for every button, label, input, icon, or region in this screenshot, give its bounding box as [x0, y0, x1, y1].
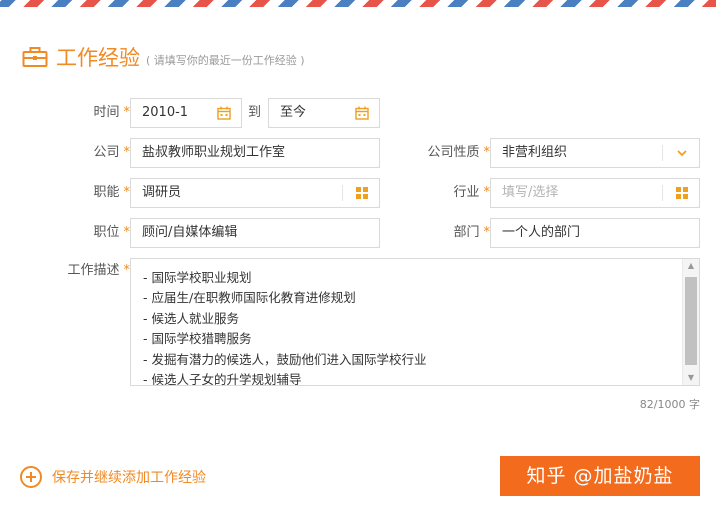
grid-icon[interactable] — [355, 186, 369, 200]
function-label: 职能 * — [93, 185, 130, 200]
description-textarea[interactable]: - 国际学校职业规划 - 应届生/在职教师国际化教育进修规划 - 候选人就业服务… — [130, 258, 700, 386]
briefcase-icon — [22, 47, 48, 67]
description-line: - 国际学校猎聘服务 — [143, 331, 252, 347]
description-line: - 应届生/在职教师国际化教育进修规划 — [143, 290, 356, 306]
description-line: - 候选人就业服务 — [143, 310, 239, 326]
company-label: 公司 * — [93, 145, 130, 160]
position-label: 职位 * — [93, 225, 130, 240]
plus-circle-icon[interactable] — [20, 466, 42, 488]
position-field[interactable]: 顾问/自媒体编辑 — [130, 218, 380, 248]
scrollbar[interactable]: ▲ ▼ — [682, 259, 699, 385]
calendar-icon[interactable] — [217, 106, 231, 120]
end-date-field[interactable]: 至今 — [268, 98, 380, 128]
description-text: - 国际学校职业规划 - 应届生/在职教师国际化教育进修规划 - 候选人就业服务… — [143, 268, 427, 386]
function-field[interactable]: 调研员 — [130, 178, 380, 208]
company-field[interactable]: 盐叔教师职业规划工作室 — [130, 138, 380, 168]
description-line: - 发掘有潜力的候选人，鼓励他们进入国际学校行业 — [143, 351, 427, 367]
section-header: 工作经验 ( 请填写你的最近一份工作经验 ) — [22, 40, 305, 74]
department-label: 部门 * — [453, 225, 490, 240]
description-line: - 国际学校职业规划 — [143, 270, 252, 285]
company-type-label: 公司性质 * — [427, 145, 490, 160]
watermark-text: 知乎 @加盐奶盐 — [526, 465, 674, 487]
industry-field[interactable]: 填写/选择 — [490, 178, 700, 208]
section-title: 工作经验 — [56, 46, 140, 70]
char-counter: 82/1000 字 — [639, 398, 700, 411]
section-subtitle: ( 请填写你的最近一份工作经验 ) — [146, 53, 305, 67]
chevron-down-icon[interactable] — [675, 146, 689, 160]
grid-icon[interactable] — [675, 186, 689, 200]
airmail-border — [0, 0, 716, 7]
industry-label: 行业 * — [453, 185, 490, 200]
scroll-down-arrow-icon[interactable]: ▼ — [683, 371, 699, 385]
add-experience-link[interactable]: 保存并继续添加工作经验 — [20, 463, 206, 491]
department-field[interactable]: 一个人的部门 — [490, 218, 700, 248]
save-button[interactable]: 知乎 @加盐奶盐 — [500, 456, 700, 496]
company-type-select[interactable]: 非营利组织 — [490, 138, 700, 168]
description-label: 工作描述 * — [67, 263, 130, 278]
add-experience-label: 保存并继续添加工作经验 — [52, 470, 206, 486]
start-date-field[interactable]: 2010-1 — [130, 98, 242, 128]
date-separator: 到 — [248, 105, 262, 120]
time-label: 时间 * — [93, 105, 130, 120]
description-line: - 候选人子女的升学规划辅导 — [143, 372, 302, 386]
scrollbar-thumb[interactable] — [685, 277, 697, 365]
calendar-icon[interactable] — [355, 106, 369, 120]
scroll-up-arrow-icon[interactable]: ▲ — [683, 259, 699, 273]
